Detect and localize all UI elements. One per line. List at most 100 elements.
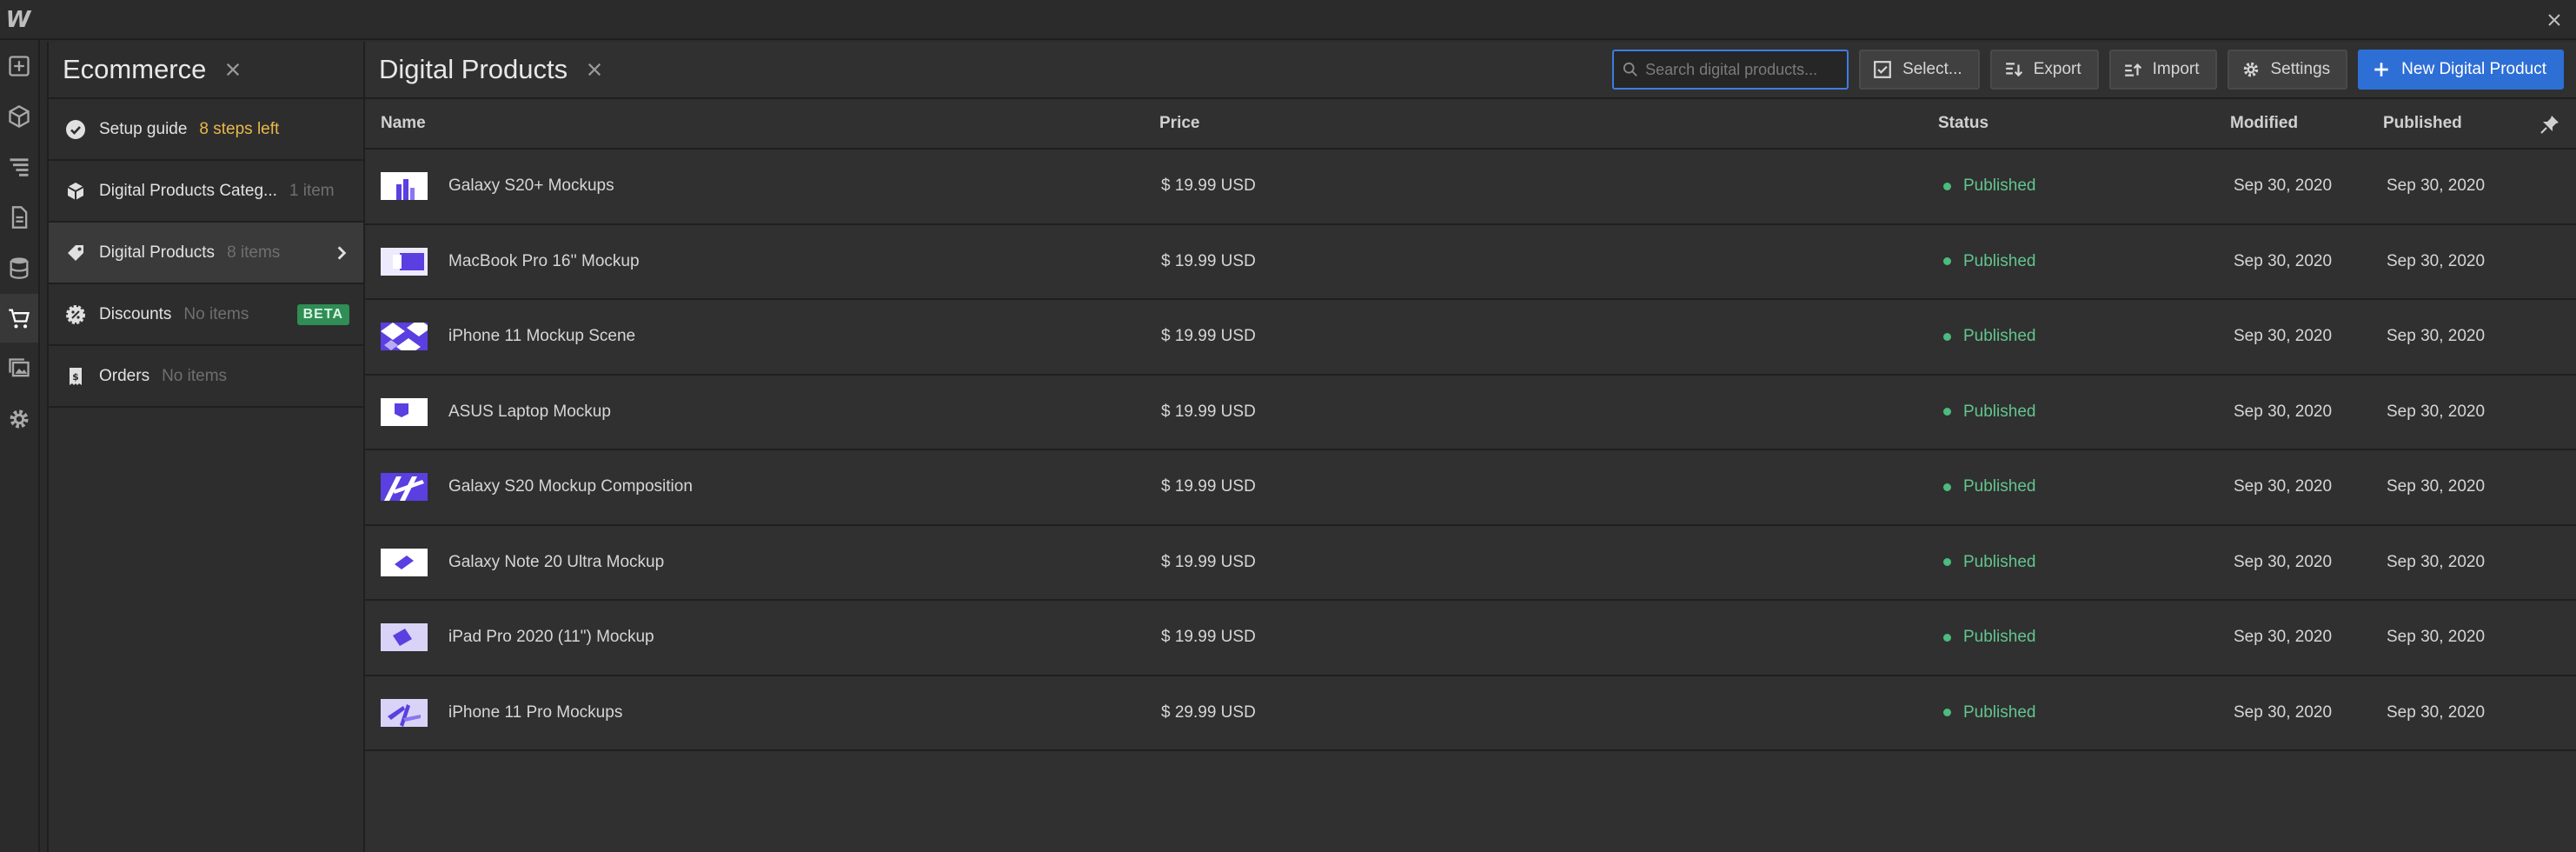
status-badge: Published <box>1943 403 2035 422</box>
cms-icon[interactable] <box>0 243 38 292</box>
check-circle-icon <box>64 118 87 141</box>
modified-date: Sep 30, 2020 <box>2234 251 2333 270</box>
published-date: Sep 30, 2020 <box>2387 176 2486 196</box>
settings-button-label: Settings <box>2270 60 2331 78</box>
receipt-icon: $ <box>64 365 87 388</box>
table-row[interactable]: Galaxy S20+ Mockups $ 19.99 USD Publishe… <box>365 150 2576 225</box>
column-header-published[interactable]: Published <box>2383 114 2462 133</box>
table-row[interactable]: MacBook Pro 16'' Mockup $ 19.99 USD Publ… <box>365 225 2576 300</box>
product-price: $ 19.99 USD <box>1161 176 1256 196</box>
sidebar-item-setup-guide[interactable]: Setup guide 8 steps left <box>49 99 363 161</box>
table-row[interactable]: iPad Pro 2020 (11") Mockup $ 19.99 USD P… <box>365 601 2576 676</box>
item-count: No items <box>162 366 228 385</box>
table-row[interactable]: Galaxy Note 20 Ultra Mockup $ 19.99 USD … <box>365 526 2576 601</box>
search-box[interactable] <box>1612 50 1849 90</box>
status-dot <box>1943 332 1951 341</box>
published-date: Sep 30, 2020 <box>2387 702 2486 722</box>
settings-button[interactable]: Settings <box>2227 50 2348 90</box>
assets-icon[interactable] <box>0 344 38 393</box>
ecommerce-cart-icon[interactable] <box>0 294 38 343</box>
box-icon <box>64 180 87 203</box>
column-header-status[interactable]: Status <box>1938 114 1988 133</box>
logo-text: W <box>5 7 31 33</box>
status-text: Published <box>1963 251 2036 270</box>
status-badge: Published <box>1943 703 2035 722</box>
modified-date: Sep 30, 2020 <box>2234 702 2333 722</box>
product-name: Galaxy S20 Mockup Composition <box>448 477 693 496</box>
export-button[interactable]: Export <box>1989 50 2099 90</box>
table-header: Name Price Status Modified Published <box>365 99 2576 150</box>
tag-icon <box>64 242 87 264</box>
gear-icon <box>2243 62 2258 77</box>
status-dot <box>1943 558 1951 567</box>
product-price: $ 19.99 USD <box>1161 251 1256 270</box>
published-date: Sep 30, 2020 <box>2387 552 2486 571</box>
sidebar-item-label: Setup guide <box>99 119 188 138</box>
sidebar-item-discounts[interactable]: Discounts No items BETA <box>49 284 363 346</box>
search-icon <box>1623 62 1637 77</box>
navigator-icon[interactable] <box>0 143 38 191</box>
sidebar-item-orders[interactable]: $ Orders No items <box>49 346 363 408</box>
add-panel-icon[interactable] <box>0 42 38 90</box>
discount-badge-icon <box>64 303 87 326</box>
column-header-name[interactable]: Name <box>381 114 426 133</box>
table-row[interactable]: iPhone 11 Pro Mockups $ 29.99 USD Publis… <box>365 676 2576 751</box>
product-thumbnail <box>381 247 428 276</box>
close-collection-icon[interactable] <box>583 58 606 81</box>
product-name: ASUS Laptop Mockup <box>448 402 611 421</box>
import-button[interactable]: Import <box>2108 50 2217 90</box>
status-badge: Published <box>1943 477 2035 496</box>
status-text: Published <box>1963 628 2036 647</box>
product-thumbnail <box>381 623 428 652</box>
product-name: iPhone 11 Pro Mockups <box>448 702 623 722</box>
product-price: $ 19.99 USD <box>1161 327 1256 346</box>
product-thumbnail <box>381 698 428 727</box>
table-row[interactable]: Galaxy S20 Mockup Composition $ 19.99 US… <box>365 450 2576 526</box>
product-thumbnail <box>381 397 428 426</box>
search-input[interactable] <box>1645 60 1837 79</box>
page-title: Digital Products <box>379 54 568 84</box>
select-button[interactable]: Select... <box>1859 50 1980 90</box>
ecommerce-panel: Ecommerce Setup guide 8 steps left Digit… <box>47 42 365 852</box>
table-row[interactable]: iPhone 11 Mockup Scene $ 19.99 USD Publi… <box>365 300 2576 376</box>
chevron-right-icon <box>337 246 347 260</box>
status-badge: Published <box>1943 327 2035 346</box>
status-text: Published <box>1963 402 2036 421</box>
beta-badge: BETA <box>296 303 349 325</box>
checkbox-icon <box>1874 61 1891 78</box>
modified-date: Sep 30, 2020 <box>2234 327 2333 346</box>
pages-icon[interactable] <box>0 193 38 242</box>
published-date: Sep 30, 2020 <box>2387 402 2486 421</box>
close-designer-icon[interactable] <box>2541 7 2567 33</box>
panel-header: Ecommerce <box>49 42 363 99</box>
published-date: Sep 30, 2020 <box>2387 628 2486 647</box>
status-dot <box>1943 182 1951 190</box>
table-row[interactable]: ASUS Laptop Mockup $ 19.99 USD Published… <box>365 376 2576 450</box>
modified-date: Sep 30, 2020 <box>2234 552 2333 571</box>
modified-date: Sep 30, 2020 <box>2234 176 2333 196</box>
sidebar-item-digital-products[interactable]: Digital Products 8 items <box>49 223 363 284</box>
sidebar-item-label: Digital Products <box>99 243 216 262</box>
new-digital-product-button[interactable]: New Digital Product <box>2358 50 2564 90</box>
sidebar-item-label: Orders <box>99 366 150 385</box>
published-date: Sep 30, 2020 <box>2387 327 2486 346</box>
sidebar-item-digital-products-categories[interactable]: Digital Products Categ... 1 item <box>49 161 363 223</box>
column-header-modified[interactable]: Modified <box>2230 114 2298 133</box>
collection-header: Digital Products Select... Export Import <box>365 42 2576 99</box>
main-content: Digital Products Select... Export Import <box>365 42 2576 852</box>
status-dot <box>1943 483 1951 491</box>
modified-date: Sep 30, 2020 <box>2234 402 2333 421</box>
column-header-price[interactable]: Price <box>1159 114 1199 133</box>
product-price: $ 19.99 USD <box>1161 477 1256 496</box>
symbols-icon[interactable] <box>0 92 38 141</box>
close-panel-icon[interactable] <box>222 58 244 81</box>
product-name: iPad Pro 2020 (11") Mockup <box>448 628 654 647</box>
toolbar: Select... Export Import Settings New Dig… <box>1612 50 2564 90</box>
webflow-logo[interactable]: W <box>5 7 31 33</box>
svg-text:$: $ <box>72 371 79 383</box>
settings-gear-icon[interactable] <box>0 395 38 443</box>
status-text: Published <box>1963 552 2036 571</box>
pin-icon[interactable] <box>2539 114 2560 135</box>
sidebar-item-label: Digital Products Categ... <box>99 181 277 200</box>
panel-title: Ecommerce <box>63 54 207 84</box>
